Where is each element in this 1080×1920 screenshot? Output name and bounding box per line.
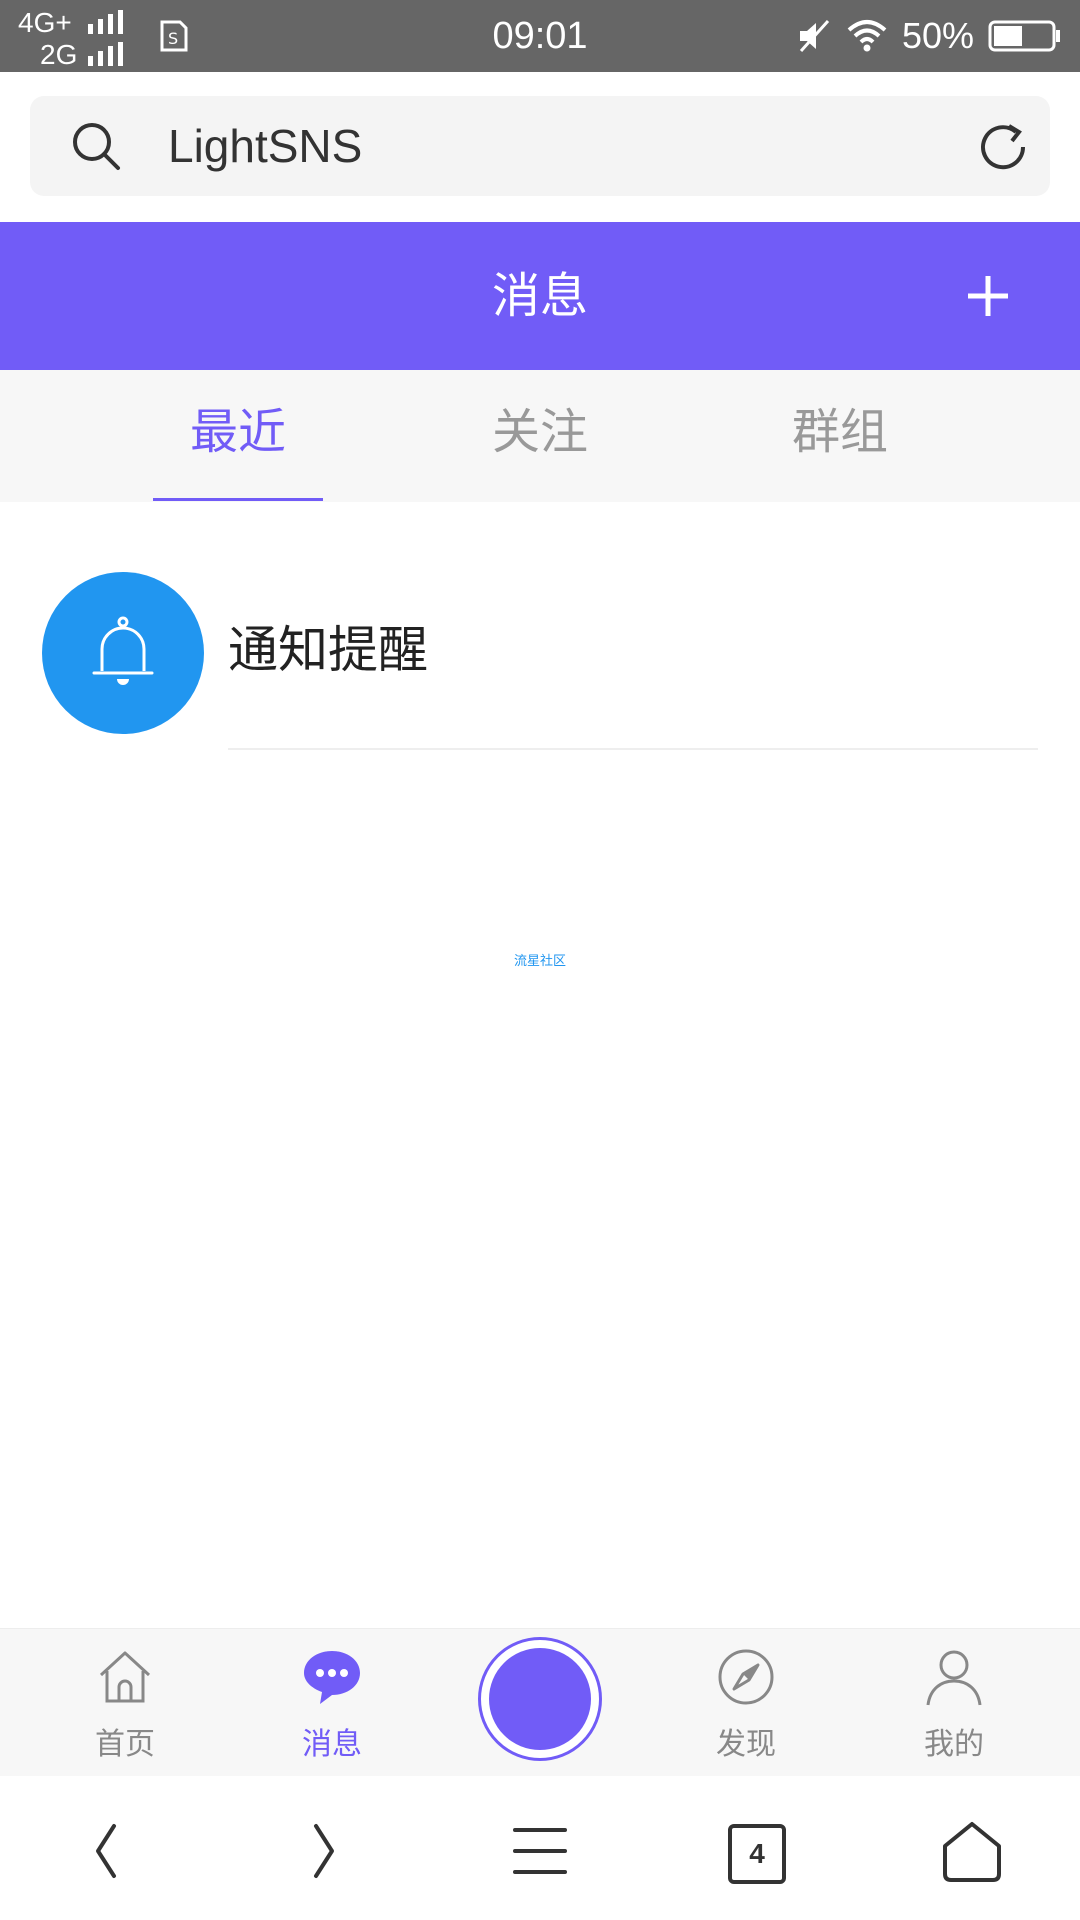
- compass-icon: [718, 1649, 774, 1705]
- nav-home[interactable]: 首页: [45, 1629, 205, 1777]
- status-bar: 4G+ 2G S 09:01 50%: [0, 0, 1080, 72]
- nav-messages[interactable]: 消息: [252, 1629, 412, 1777]
- tab-groups[interactable]: 群组: [755, 370, 925, 502]
- plus-icon[interactable]: [966, 274, 1010, 318]
- battery-icon: [988, 20, 1060, 52]
- menu-icon[interactable]: [505, 1816, 575, 1886]
- chat-bubble-icon: [304, 1651, 360, 1704]
- search-input[interactable]: LightSNS: [30, 96, 1050, 196]
- publish-circle-button[interactable]: [478, 1637, 602, 1761]
- browser-toolbar: 4: [0, 1776, 1080, 1920]
- page-header: 消息: [0, 222, 1080, 370]
- footer-link[interactable]: 流星社区: [0, 950, 1080, 969]
- list-item-notifications[interactable]: 通知提醒: [0, 540, 1080, 750]
- back-icon[interactable]: [72, 1816, 142, 1886]
- tab-count: 4: [728, 1824, 786, 1884]
- nav-label: 我的: [924, 1727, 984, 1762]
- bottom-nav: 首页 消息 发现 我的: [0, 1628, 1080, 1778]
- mute-icon: [799, 19, 830, 53]
- tab-following[interactable]: 关注: [455, 370, 625, 502]
- nav-label: 首页: [95, 1727, 155, 1762]
- battery-percent: 50%: [901, 15, 974, 56]
- search-icon[interactable]: [70, 120, 122, 172]
- status-right: 50%: [796, 0, 1062, 72]
- tab-active-indicator: [153, 498, 323, 501]
- nav-discover[interactable]: 发现: [666, 1629, 826, 1777]
- divider: [228, 748, 1038, 750]
- wifi-icon: [847, 20, 887, 52]
- avatar: [42, 572, 204, 734]
- refresh-icon[interactable]: [976, 120, 1030, 174]
- nav-label: 消息: [302, 1727, 362, 1762]
- user-icon: [926, 1650, 982, 1706]
- search-value: LightSNS: [168, 120, 363, 172]
- nav-label: 发现: [716, 1727, 776, 1762]
- page-title: 消息: [491, 268, 588, 324]
- tab-recent[interactable]: 最近: [153, 370, 323, 502]
- forward-icon[interactable]: [288, 1816, 358, 1886]
- tabs-icon[interactable]: 4: [720, 1816, 790, 1886]
- nav-profile[interactable]: 我的: [874, 1629, 1034, 1777]
- list-item-title: 通知提醒: [228, 621, 428, 679]
- search-bar: LightSNS: [0, 72, 1080, 222]
- tab-bar: 最近 关注 群组: [0, 370, 1080, 502]
- home-icon: [99, 1651, 151, 1703]
- home-outline-icon[interactable]: [937, 1816, 1007, 1886]
- bell-icon: [92, 616, 154, 685]
